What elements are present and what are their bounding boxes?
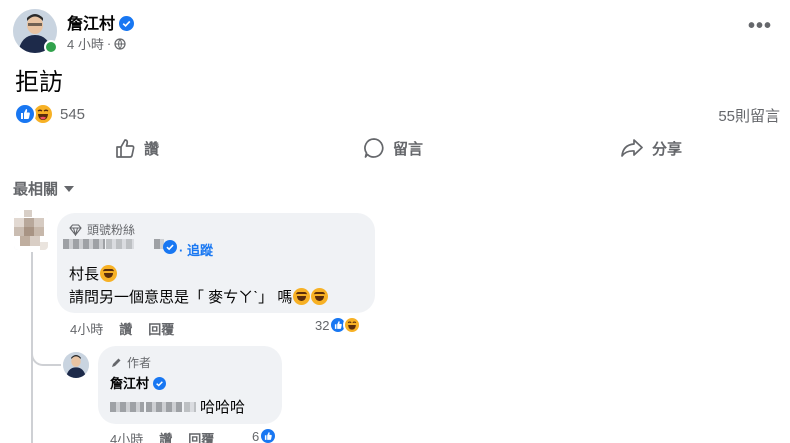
comment-sort-dropdown[interactable]: 最相關 [13, 178, 75, 199]
share-button[interactable]: 分享 [620, 137, 682, 159]
reply-author-name[interactable]: 詹江村 [110, 376, 149, 391]
reply-author-avatar[interactable] [63, 352, 89, 378]
comment-text-line-1: 村長 [69, 263, 118, 284]
comment-text-line-2: 請問另一個意思是「 麥ㄘㄚˋ」 嗎 [69, 286, 329, 307]
comment-bubble-icon [364, 138, 384, 158]
reply-text: 哈哈哈 [110, 396, 245, 417]
comment-text-2: 請問另一個意思是「 麥ㄘㄚˋ」 嗎 [69, 289, 293, 306]
comment-label: 留言 [393, 140, 424, 158]
comment-text-1: 村長 [69, 266, 100, 283]
haha-icon [343, 316, 362, 334]
comment-reply-button[interactable]: 回覆 [148, 319, 174, 338]
laughing-emoji-icon [311, 288, 329, 305]
reply-reply-button[interactable]: 回覆 [188, 429, 214, 443]
comment-time[interactable]: 4小時 [70, 319, 103, 338]
share-label: 分享 [652, 140, 683, 158]
author-badge: 作者 [110, 354, 151, 371]
online-status-dot [44, 40, 58, 54]
reply-text-visible: 哈哈哈 [200, 399, 246, 416]
verified-badge-icon [153, 377, 167, 390]
reply-reaction-count: 6 [252, 428, 260, 443]
reply-bubble: 作者 詹江村 哈哈哈 [98, 346, 282, 424]
post-author-name[interactable]: 詹江村 [67, 16, 115, 33]
post-time[interactable]: 4 小時 [67, 34, 104, 53]
like-label: 讚 [144, 140, 160, 158]
reply-like-button[interactable]: 讚 [159, 429, 172, 443]
caret-down-icon [64, 185, 75, 192]
comment-like-button[interactable]: 讚 [119, 319, 132, 338]
reply-text-redacted [110, 401, 196, 412]
commenter-name-redacted[interactable] [63, 235, 164, 253]
comment-actions: 4小時 讚 回覆 [70, 319, 174, 338]
more-options-icon[interactable]: ••• [748, 16, 772, 41]
globe-icon [114, 37, 126, 50]
action-bar: 讚 留言 分享 [0, 133, 790, 167]
like-icon [259, 427, 278, 443]
thread-connector [31, 338, 61, 366]
post-text: 拒訪 [15, 69, 63, 96]
comment-reactions[interactable]: 32 [315, 316, 362, 334]
comment-bubble: 頭號粉絲 · 追蹤 村長 請問另一個意思是「 麥ㄘㄚˋ」 嗎 [57, 213, 375, 313]
comment-button[interactable]: 留言 [363, 137, 423, 159]
verified-badge-icon [119, 16, 135, 31]
pen-icon [112, 358, 121, 367]
diamond-icon [69, 223, 82, 236]
laughing-emoji-icon [293, 288, 311, 305]
reaction-count: 545 [60, 105, 86, 123]
reply-time[interactable]: 4小時 [110, 429, 143, 443]
reply-reactions[interactable]: 6 [252, 427, 278, 443]
thumbs-up-icon [116, 139, 135, 158]
commenter-avatar[interactable] [14, 210, 48, 250]
verified-badge-icon [163, 240, 177, 254]
reply-actions: 4小時 讚 回覆 [110, 429, 214, 443]
sort-label: 最相關 [13, 181, 59, 198]
post-meta: 4 小時 · [67, 34, 126, 53]
comment-count[interactable]: 55則留言 [718, 105, 780, 126]
author-badge-label: 作者 [127, 356, 152, 370]
laughing-emoji-icon [100, 265, 118, 282]
like-button[interactable]: 讚 [114, 137, 159, 159]
separator-dot: · [106, 36, 112, 51]
like-icon [14, 103, 36, 125]
comment-reaction-count: 32 [315, 317, 330, 333]
reply-author[interactable]: 詹江村 [110, 373, 167, 392]
follow-link[interactable]: · 追蹤 [179, 240, 213, 259]
post-author[interactable]: 詹江村 [67, 10, 135, 34]
reaction-summary[interactable]: 545 [14, 103, 85, 125]
share-arrow-icon [621, 139, 643, 157]
